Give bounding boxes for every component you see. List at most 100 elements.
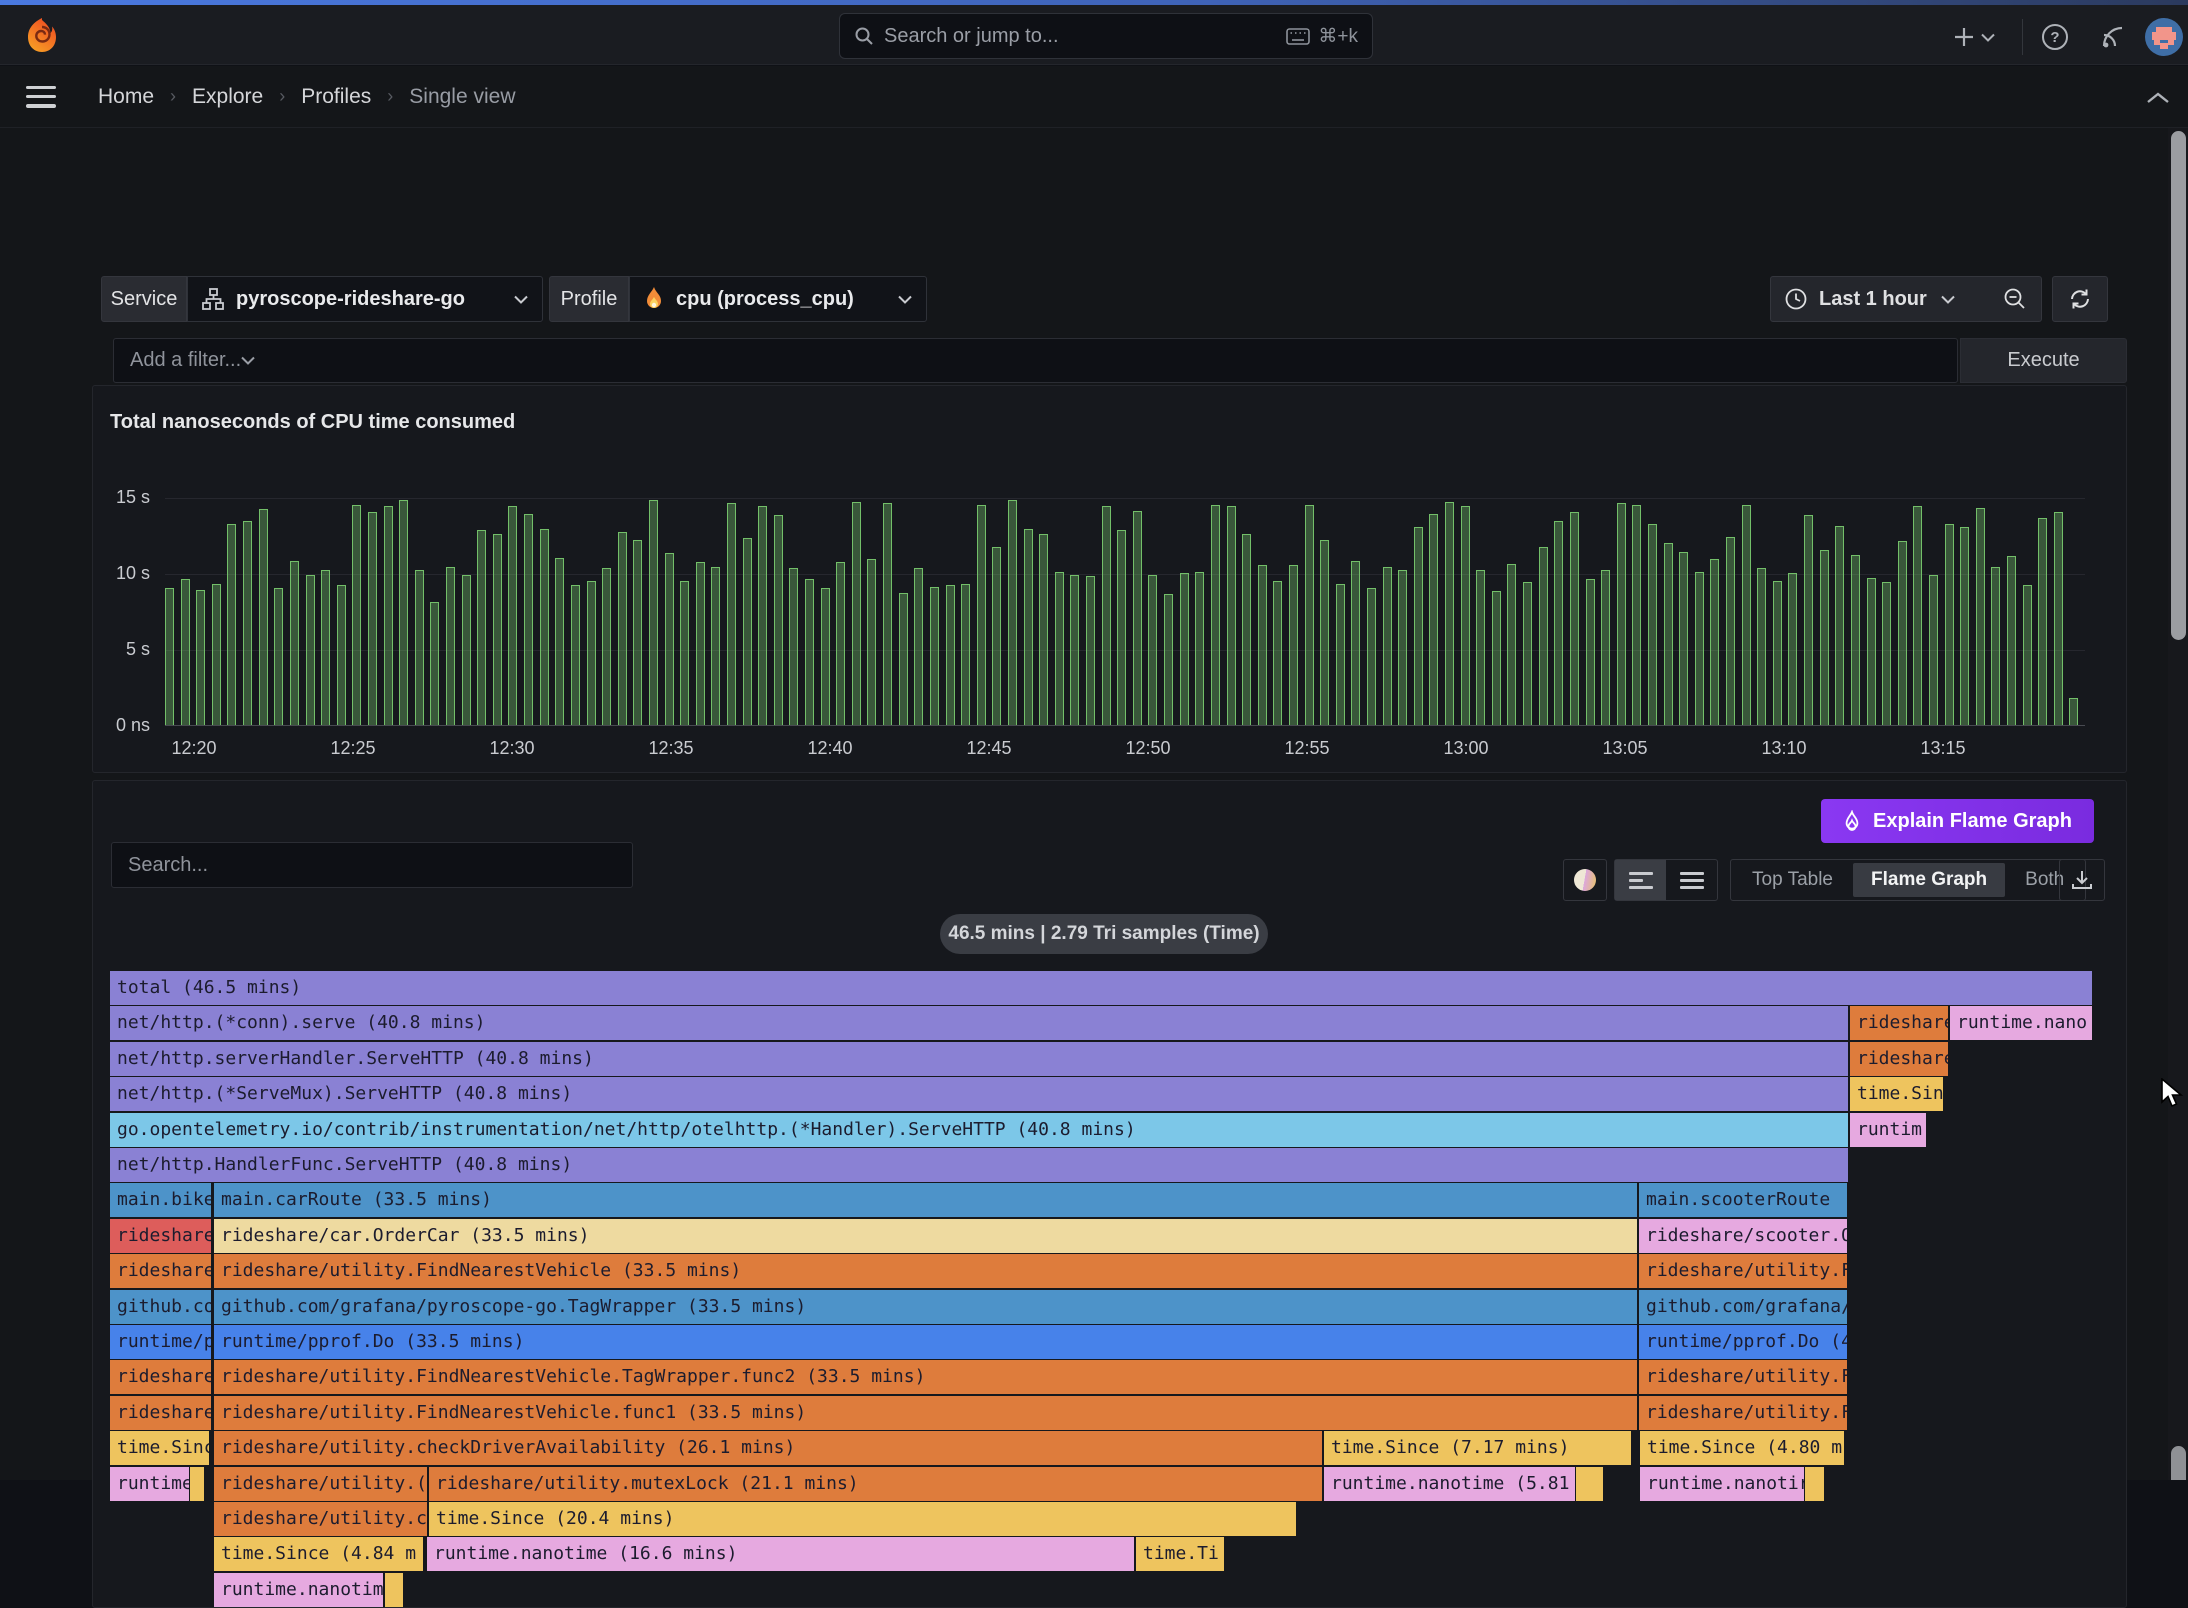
flame-node[interactable]: rideshare/utility.FindNearestVehicle.Tag…	[214, 1360, 1637, 1394]
chart-bar[interactable]	[1788, 573, 1797, 725]
chart-bar[interactable]	[649, 500, 658, 725]
chart-bar[interactable]	[1086, 576, 1095, 725]
chart-bar[interactable]	[1476, 570, 1485, 725]
flame-node[interactable]: runtime/p	[110, 1325, 211, 1359]
chart-bar[interactable]	[1554, 521, 1563, 725]
chart-bar[interactable]	[306, 575, 315, 726]
chart-bar[interactable]	[1632, 505, 1641, 725]
collapse-button[interactable]	[2138, 84, 2178, 112]
chart-bar[interactable]	[2007, 556, 2016, 725]
chart-bar[interactable]	[212, 584, 221, 725]
chart-bar[interactable]	[711, 567, 720, 725]
chart-bar[interactable]	[992, 547, 1001, 725]
chart-bar[interactable]	[1976, 508, 1985, 725]
explain-flame-graph-button[interactable]: Explain Flame Graph	[1821, 799, 2094, 843]
flame-node[interactable]: rideshare/utility.c	[214, 1502, 427, 1536]
chart-bar[interactable]	[1710, 559, 1719, 725]
chart-bar[interactable]	[587, 581, 596, 725]
chart-bar[interactable]	[930, 587, 939, 725]
chart-bar[interactable]	[1148, 575, 1157, 726]
chart-bar[interactable]	[2054, 512, 2063, 725]
chart-bar[interactable]	[1507, 564, 1516, 725]
flame-node[interactable]: time.Sinc	[110, 1431, 209, 1465]
flame-node[interactable]: rideshare/utility.FindNearestVehicle.fun…	[214, 1396, 1637, 1430]
breadcrumb-item-profiles[interactable]: Profiles	[301, 85, 371, 109]
flame-node[interactable]: rideshare/utility.checkDriverAvailabilit…	[214, 1431, 1322, 1465]
chart-bar[interactable]	[165, 588, 174, 725]
filter-input[interactable]: Add a filter...	[113, 338, 1958, 383]
chart-bar[interactable]	[1195, 572, 1204, 726]
chart-bar[interactable]	[540, 529, 549, 725]
chart-bar[interactable]	[368, 512, 377, 725]
profile-dropdown[interactable]: cpu (process_cpu)	[629, 276, 927, 322]
flame-node[interactable]	[190, 1467, 204, 1501]
chart-bar[interactable]	[1960, 527, 1969, 725]
chart-bar[interactable]	[774, 515, 783, 725]
chart-bar[interactable]	[852, 502, 861, 725]
flame-node[interactable]	[385, 1573, 403, 1607]
chart-bar[interactable]	[290, 561, 299, 725]
chart-bar[interactable]	[1913, 506, 1922, 725]
chart-bar[interactable]	[1070, 575, 1079, 726]
chart-bar[interactable]	[1055, 572, 1064, 726]
chart-bar[interactable]	[1461, 506, 1470, 725]
color-scheme-button[interactable]	[1563, 859, 1607, 901]
chart-bar[interactable]	[1820, 550, 1829, 725]
global-search-input[interactable]: Search or jump to... ⌘+k	[839, 13, 1373, 59]
flame-node[interactable]: net/http.HandlerFunc.ServeHTTP (40.8 min…	[110, 1148, 1848, 1182]
page-scrollbar-thumb[interactable]	[2171, 131, 2186, 640]
chart-bar[interactable]	[1414, 527, 1423, 725]
flame-node[interactable]: main.scooterRoute	[1639, 1183, 1847, 1217]
chart-bar[interactable]	[1570, 512, 1579, 725]
chart-bar[interactable]	[524, 514, 533, 725]
chart-bar[interactable]	[493, 534, 502, 726]
service-dropdown[interactable]: pyroscope-rideshare-go	[187, 276, 543, 322]
flame-node[interactable]: time.Since (4.80 m	[1640, 1431, 1844, 1465]
chart-bar[interactable]	[1164, 594, 1173, 725]
chart-bar[interactable]	[1617, 503, 1626, 725]
zoom-out-button[interactable]	[2003, 287, 2027, 311]
chart-bar[interactable]	[758, 506, 767, 725]
flame-node[interactable]: runtime	[110, 1467, 189, 1501]
chart-bar[interactable]	[789, 568, 798, 725]
chart-bar[interactable]	[1648, 524, 1657, 725]
chart-bar[interactable]	[446, 567, 455, 725]
flame-node[interactable]: github.com/grafana/	[1639, 1290, 1847, 1324]
chart-bar[interactable]	[1664, 543, 1673, 725]
chart-bar[interactable]	[1258, 565, 1267, 725]
chart-bar[interactable]	[259, 509, 268, 725]
chart-bar[interactable]	[1367, 588, 1376, 725]
flame-node[interactable]: rideshare/utility.F	[1639, 1360, 1847, 1394]
chart-bar[interactable]	[1024, 529, 1033, 725]
align-left-button[interactable]	[1615, 860, 1666, 900]
chart-bar[interactable]	[1867, 578, 1876, 725]
chart-bar[interactable]	[1305, 505, 1314, 725]
flame-node[interactable]: time.Since (20.4 mins)	[429, 1502, 1296, 1536]
flame-node[interactable]: runtime.nanotime (5.81	[1324, 1467, 1575, 1501]
flame-node[interactable]: main.bike	[110, 1183, 211, 1217]
chart-bar[interactable]	[1726, 537, 1735, 726]
flame-node[interactable]: rideshare	[1850, 1042, 1948, 1076]
flame-node[interactable]: rideshare/scooter.O	[1639, 1219, 1847, 1253]
chart-bar[interactable]	[1445, 502, 1454, 725]
execute-button[interactable]: Execute	[1960, 338, 2127, 383]
chart-bar[interactable]	[1757, 568, 1766, 725]
chart-bar[interactable]	[415, 570, 424, 725]
chart-bar[interactable]	[2038, 518, 2047, 725]
chart-bar[interactable]	[1945, 524, 1954, 725]
chart-bar[interactable]	[1523, 582, 1532, 725]
chart-bar[interactable]	[1102, 506, 1111, 725]
chart-bar[interactable]	[1898, 541, 1907, 725]
download-button[interactable]	[2059, 859, 2105, 901]
breadcrumb-item-home[interactable]: Home	[98, 85, 154, 109]
flame-node[interactable]: runtime/pprof.Do (4	[1639, 1325, 1847, 1359]
chart-bar[interactable]	[867, 559, 876, 725]
flame-node[interactable]: rideshare/car.OrderCar (33.5 mins)	[214, 1219, 1637, 1253]
flame-node[interactable]	[1576, 1467, 1603, 1501]
chart-bar[interactable]	[633, 540, 642, 725]
chart-bar[interactable]	[430, 602, 439, 725]
view-option-flame-graph[interactable]: Flame Graph	[1853, 863, 2005, 897]
chart-bar[interactable]	[337, 585, 346, 725]
flame-node[interactable]: time.Ti	[1136, 1537, 1224, 1571]
flame-node[interactable]: runtime.nanotime (16.6 mins)	[427, 1537, 1134, 1571]
